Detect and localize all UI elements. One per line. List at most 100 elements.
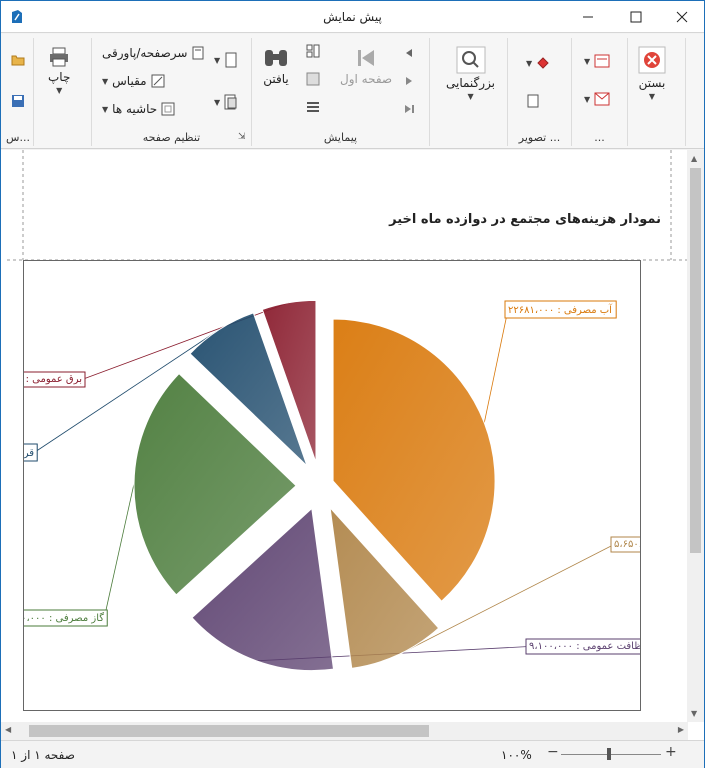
dropdown-arrow-icon: ▼ — [102, 104, 109, 114]
list-icon — [307, 102, 319, 112]
parameters-button[interactable] — [306, 100, 320, 114]
next-page-button[interactable] — [404, 76, 414, 86]
pie-label: نظافت عمومی : ۹،۱۰۰،۰۰۰ — [525, 638, 649, 655]
horizontal-scroll-thumb[interactable] — [29, 725, 429, 737]
ribbon-group-navigation: یافتن صفحه اول پیمایش — [251, 38, 429, 146]
ribbon-group-left: ...س — [3, 38, 33, 146]
document-icon — [527, 94, 539, 108]
vertical-scroll-thumb[interactable] — [690, 168, 701, 553]
pie-label-text: برق عمومی : ۳،۱۸۰،۰۰۰ — [24, 374, 82, 385]
pie-chart: آب مصرفی : ۲۲۶۸۱،۰۰۰ سایر هزینه‌ها : ۵،۶۵… — [0, 299, 705, 672]
ribbon-group-export: ▼ ▼ ... — [571, 38, 627, 146]
save-icon — [12, 95, 24, 107]
pie-label: قرارداد آسانسور : ۴،۴۲۰،۰۰۰ — [0, 443, 38, 462]
watermark-button[interactable] — [526, 94, 540, 108]
ribbon: ...س چاپ ▼ ▼ ▼ سرصفحه/پاورقی مقیاس ▼ حاش… — [1, 34, 704, 149]
pie-leader-line — [483, 309, 509, 423]
chart-frame: آب مصرفی : ۲۲۶۸۱،۰۰۰ سایر هزینه‌ها : ۵،۶۵… — [0, 260, 705, 711]
page-icon — [225, 52, 237, 68]
zoom-label: بزرگنمایی — [446, 76, 496, 90]
group-label-left: ...س — [6, 131, 30, 144]
export-button[interactable]: ▼ — [584, 54, 610, 68]
previous-page-button[interactable] — [404, 48, 414, 58]
vertical-scrollbar[interactable]: ▲ ▼ — [687, 150, 704, 722]
title-bar: پیش نمایش — [1, 1, 704, 33]
status-bar: صفحه ۱ از ۱ ۱۰۰% − + — [1, 740, 704, 768]
page-size-icon — [224, 94, 237, 110]
scale-button[interactable]: مقیاس ▼ — [102, 74, 165, 88]
export-icon — [594, 54, 610, 68]
dropdown-arrow-icon: ▼ — [584, 94, 591, 104]
ribbon-group-page-setup: ▼ ▼ سرصفحه/پاورقی مقیاس ▼ حاشیه ها ▼ تنظ… — [91, 38, 251, 146]
scroll-left-icon[interactable]: ◀ — [5, 725, 11, 734]
save-button[interactable] — [11, 94, 25, 108]
first-page-icon — [358, 50, 375, 66]
first-page-label: صفحه اول — [340, 72, 393, 86]
group-label-export: ... — [594, 131, 605, 144]
ribbon-group-zoom: بزرگنمایی ▼ — [429, 38, 507, 146]
last-page-button[interactable] — [404, 104, 416, 114]
scroll-up-icon[interactable]: ▲ — [691, 154, 697, 163]
open-button[interactable] — [11, 54, 25, 66]
dialog-launcher-icon[interactable]: ⇲ — [238, 132, 246, 142]
pie-label: گاز مصرفی : ۱۴،۱۶۰،۰۰۰ — [0, 609, 108, 627]
thumbnails-button[interactable] — [306, 44, 320, 58]
dropdown-arrow-icon: ▼ — [56, 86, 63, 95]
pie-label: سایر هزینه‌ها : ۵،۶۵۰،۰۰۰ — [610, 536, 705, 553]
zoom-in-button[interactable]: + — [665, 744, 677, 760]
ribbon-group-close: بستن ▼ — [627, 38, 683, 146]
paint-bucket-icon — [537, 57, 549, 69]
maximize-button[interactable] — [613, 1, 659, 33]
chart-title: نمودار هزینه‌های مجتمع در دوازده ماه اخی… — [389, 212, 661, 227]
dropdown-arrow-icon: ▼ — [526, 58, 533, 68]
pie-label-text: آب مصرفی : ۲۲۶۸۱،۰۰۰ — [508, 303, 613, 316]
scale-icon — [151, 74, 165, 88]
close-circle-icon — [638, 46, 666, 74]
group-label-navigation: پیمایش — [323, 131, 358, 144]
scroll-down-icon[interactable]: ▼ — [691, 709, 697, 718]
margins-label: حاشیه ها — [112, 102, 158, 116]
send-icon — [594, 92, 610, 106]
close-preview-button[interactable]: بستن ▼ — [638, 46, 666, 101]
page-size-button[interactable]: ▼ — [214, 94, 238, 110]
find-label: یافتن — [263, 72, 289, 86]
close-icon — [676, 11, 688, 23]
last-page-icon — [405, 105, 414, 113]
print-button[interactable]: چاپ ▼ — [48, 46, 70, 95]
pie-label-text: قرارداد آسانسور : ۴،۴۲۰،۰۰۰ — [24, 446, 34, 459]
minimize-icon — [583, 16, 593, 18]
dropdown-arrow-icon: ▼ — [467, 92, 474, 101]
zoom-out-button[interactable]: − — [547, 744, 559, 760]
find-button[interactable]: یافتن — [262, 46, 290, 86]
page-orientation-button[interactable]: ▼ — [214, 52, 238, 68]
send-button[interactable]: ▼ — [584, 92, 610, 106]
bookmarks-button[interactable] — [306, 72, 320, 86]
thumbnails-icon — [306, 44, 320, 58]
preview-area: نمودار هزینه‌های مجتمع در دوازده ماه اخی… — [0, 150, 705, 740]
close-label: بستن — [638, 76, 666, 90]
horizontal-scrollbar[interactable]: ◀ ▶ — [1, 722, 688, 740]
zoom-button[interactable]: بزرگنمایی ▼ — [446, 46, 495, 101]
background-color-button[interactable]: ▼ — [526, 56, 550, 70]
margins-button[interactable]: حاشیه ها ▼ — [102, 102, 175, 116]
pie-label-text: سایر هزینه‌ها : ۵،۶۵۰،۰۰۰ — [614, 539, 640, 550]
scroll-right-icon[interactable]: ▶ — [678, 725, 684, 734]
next-page-icon — [406, 77, 412, 85]
first-page-button[interactable]: صفحه اول — [340, 46, 392, 86]
minimize-button[interactable] — [565, 1, 611, 33]
binoculars-icon — [265, 50, 287, 66]
dropdown-arrow-icon: ▼ — [102, 76, 109, 86]
ribbon-group-print: چاپ ▼ — [33, 38, 91, 146]
zoom-slider[interactable] — [561, 754, 661, 755]
zoom-slider-thumb[interactable] — [607, 748, 611, 760]
header-footer-icon — [192, 46, 204, 60]
close-window-button[interactable] — [659, 1, 705, 33]
zoom-level: ۱۰۰% — [501, 748, 532, 762]
print-preview-window: پیش نمایش ...س چاپ ▼ ▼ ▼ سرصفحه/پاورقی م… — [0, 0, 705, 768]
pie-label: برق عمومی : ۳،۱۸۰،۰۰۰ — [0, 371, 86, 388]
dropdown-arrow-icon: ▼ — [214, 55, 221, 65]
group-label-image: ... تصویر — [518, 131, 561, 144]
page-indicator: صفحه ۱ از ۱ — [11, 748, 75, 762]
header-footer-button[interactable]: سرصفحه/پاورقی — [102, 46, 205, 60]
dropdown-arrow-icon: ▼ — [214, 97, 221, 107]
